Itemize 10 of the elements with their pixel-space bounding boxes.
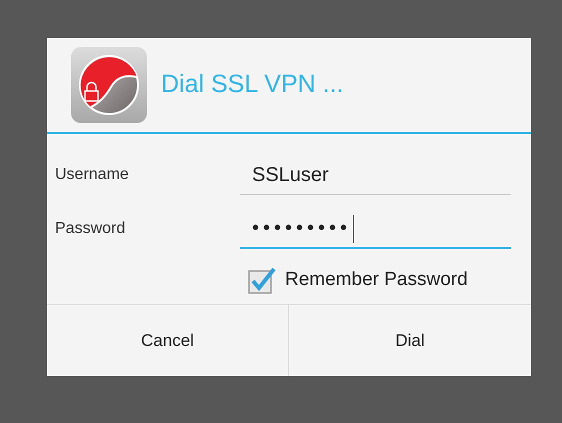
input-field[interactable]: SSLuser: [240, 155, 511, 195]
dial-button[interactable]: Dial: [289, 305, 531, 376]
app-logo-icon: [71, 47, 147, 123]
input-field[interactable]: •••••••••: [240, 209, 511, 249]
checkbox[interactable]: [247, 265, 277, 295]
field-label: Password: [55, 219, 126, 239]
checkbox-label: Remember Password: [285, 268, 468, 292]
cancel-button[interactable]: Cancel: [47, 305, 289, 376]
field-label: Username: [55, 165, 130, 185]
dialog-title: Dial SSL VPN ...: [161, 69, 344, 100]
